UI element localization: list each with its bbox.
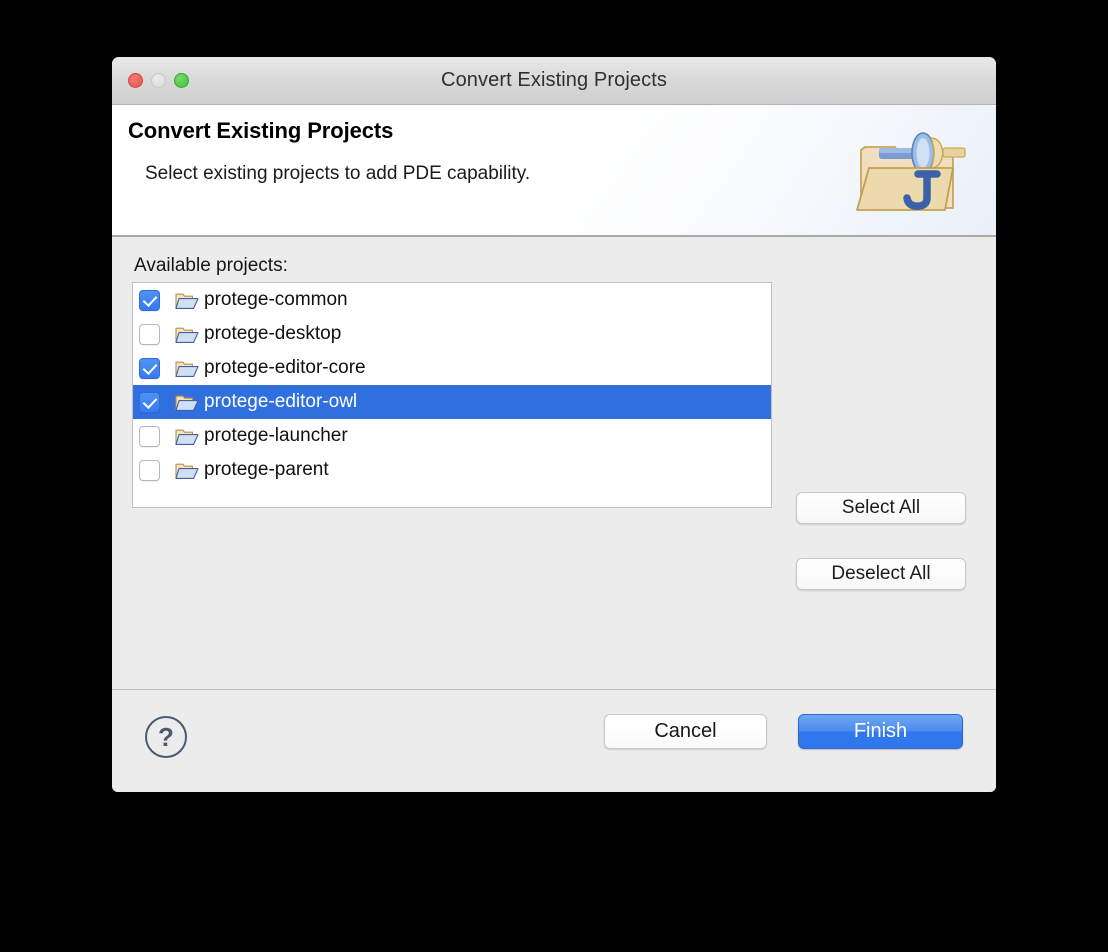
finish-button[interactable]: Finish: [798, 714, 963, 749]
project-name: protege-parent: [204, 459, 329, 480]
open-folder-icon: [175, 463, 199, 479]
wizard-subtitle: Select existing projects to add PDE capa…: [145, 163, 531, 184]
pde-folder-plugin-icon: [856, 132, 966, 211]
open-folder-icon: [175, 361, 199, 377]
window-titlebar[interactable]: Convert Existing Projects: [112, 57, 996, 105]
help-icon[interactable]: ?: [145, 716, 187, 758]
minimize-button[interactable]: [151, 73, 166, 88]
wizard-title: Convert Existing Projects: [128, 118, 394, 143]
project-list-item[interactable]: protege-editor-core: [133, 351, 771, 385]
open-folder-icon: [175, 327, 199, 343]
select-all-button[interactable]: Select All: [796, 492, 966, 524]
wizard-banner: Convert Existing Projects Select existin…: [112, 105, 996, 237]
project-checkbox[interactable]: [139, 323, 160, 345]
open-folder-icon: [175, 293, 199, 309]
project-checkbox[interactable]: [139, 289, 160, 311]
project-name: protege-editor-owl: [204, 391, 358, 412]
open-folder-icon: [175, 395, 199, 411]
project-list-item[interactable]: protege-parent: [133, 453, 771, 487]
project-checkbox[interactable]: [139, 391, 160, 413]
convert-existing-projects-dialog: Convert Existing Projects Convert Existi…: [112, 57, 996, 792]
project-name: protege-common: [204, 289, 348, 310]
window-controls: [128, 73, 189, 88]
deselect-all-button[interactable]: Deselect All: [796, 558, 966, 590]
dialog-footer: ? Cancel Finish: [112, 689, 996, 792]
project-list[interactable]: protege-common protege-desktop protege-edi…: [132, 282, 772, 508]
project-name: protege-launcher: [204, 425, 348, 446]
project-name: protege-editor-core: [204, 357, 366, 378]
available-projects-label: Available projects:: [134, 255, 288, 276]
project-list-item[interactable]: protege-desktop: [133, 317, 771, 351]
project-list-item[interactable]: protege-common: [133, 283, 771, 317]
dialog-body: Available projects: protege-common proteg…: [112, 237, 996, 742]
project-checkbox[interactable]: [139, 459, 160, 481]
zoom-button[interactable]: [174, 73, 189, 88]
project-list-item[interactable]: protege-launcher: [133, 419, 771, 453]
project-name: protege-desktop: [204, 323, 342, 344]
project-list-item[interactable]: protege-editor-owl: [133, 385, 771, 419]
open-folder-icon: [175, 429, 199, 445]
close-button[interactable]: [128, 73, 143, 88]
window-title: Convert Existing Projects: [441, 69, 667, 91]
cancel-button[interactable]: Cancel: [604, 714, 767, 749]
project-checkbox[interactable]: [139, 425, 160, 447]
project-checkbox[interactable]: [139, 357, 160, 379]
desktop-background: Convert Existing Projects Convert Existi…: [0, 0, 1108, 952]
